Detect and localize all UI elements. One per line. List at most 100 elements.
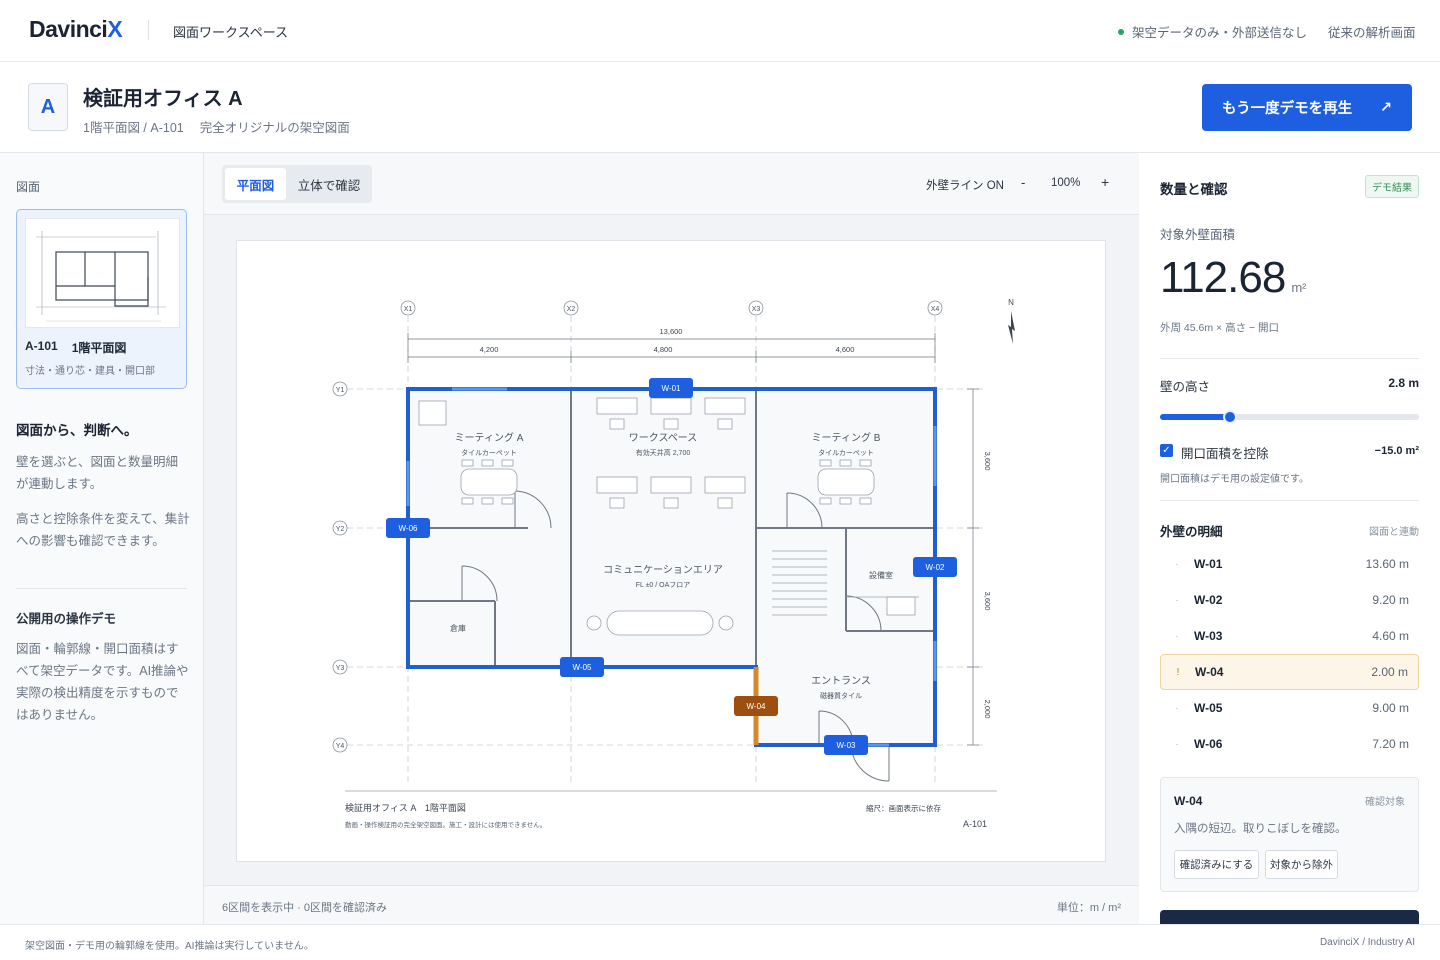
bullet-icon: · — [1175, 594, 1179, 606]
divider — [16, 588, 187, 589]
top-bar: DavinciX 図面ワークスペース 架空データのみ・外部送信なし 従来の解析画… — [0, 0, 1440, 62]
intro-text-2: 高さと控除条件を変えて、集計への影響も確認できます。 — [16, 512, 190, 548]
dim-x-3: 4,600 — [836, 345, 855, 354]
wall-row-w03[interactable]: · W-03 4.60 m — [1160, 618, 1419, 654]
left-sidebar: 図面 A-101 1階平面図 寸法・通り芯・建具・開口部 図面から、判断へ。 壁を… — [0, 153, 204, 924]
deduct-value: −15.0 m² — [1374, 445, 1419, 457]
tag-w04[interactable]: W-04 — [747, 702, 767, 711]
zoom-out-button[interactable]: - — [1021, 175, 1025, 190]
detail-desc: 入隅の短辺。取りこぼしを確認。 — [1174, 823, 1347, 835]
status-dot-icon — [1118, 28, 1124, 35]
confirm-button[interactable]: 確認済みにする — [1174, 850, 1259, 879]
deduct-label[interactable]: 開口面積を控除 — [1181, 443, 1269, 462]
view-switch: 平面図 立体で確認 — [222, 165, 372, 203]
grid-label-y3: Y3 — [336, 665, 345, 672]
exclude-button[interactable]: 対象から除外 — [1265, 850, 1338, 879]
room-storage: 倉庫 — [450, 623, 466, 633]
room-meeting-b: ミーティング B — [812, 431, 881, 444]
wall-list-sync: 図面と連動 — [1369, 527, 1419, 538]
dim-y-2: 3,600 — [983, 592, 992, 611]
tag-w03[interactable]: W-03 — [837, 741, 857, 750]
grid-label-y4: Y4 — [336, 743, 345, 750]
zoom-level: 100% — [1051, 177, 1081, 189]
room-entrance-finish: 磁器質タイル — [820, 691, 862, 700]
north-arrow-icon — [1008, 311, 1015, 344]
height-value: 2.8 m — [1388, 376, 1419, 390]
room-equipment: 設備室 — [869, 570, 893, 580]
replay-demo-button[interactable]: もう一度デモを再生 ↗ — [1202, 84, 1412, 131]
area-value: 112.68 m² — [1160, 253, 1307, 302]
intro-text-1: 壁を選ぶと、図面と数量明細が連動します。 — [16, 455, 179, 491]
tag-w06[interactable]: W-06 — [399, 524, 419, 533]
grid-label-x3: X3 — [752, 306, 761, 313]
demo-badge: デモ結果 — [1365, 175, 1419, 198]
tag-w05[interactable]: W-05 — [573, 663, 593, 672]
grid-label-x2: X2 — [567, 306, 576, 313]
room-community-floor: FL ±0 / OAフロア — [636, 581, 691, 589]
drawing-panel: 平面図 立体で確認 外壁ライン ON - 100% + X1 X2 X3 X4 … — [204, 153, 1139, 924]
wall-row-w06[interactable]: · W-06 7.20 m — [1160, 726, 1419, 762]
divider — [148, 20, 149, 40]
grid-label-x1: X1 — [404, 306, 413, 313]
tab-3d[interactable]: 立体で確認 — [288, 168, 370, 200]
slider-handle[interactable] — [1222, 410, 1237, 424]
area-formula: 外周 45.6m × 高さ − 開口 — [1160, 322, 1280, 334]
thumbnail-title: A-101 1階平面図 — [25, 339, 127, 355]
drawing-status-bar: 6区間を表示中 · 0区間を確認済み 単位：m / m² — [204, 885, 1139, 924]
room-entrance: エントランス — [811, 675, 871, 687]
room-workspace-ceiling: 有効天井高 2,700 — [636, 448, 691, 457]
title-block-sheet-no: A-101 — [963, 819, 987, 829]
project-icon: A — [28, 83, 68, 131]
tab-plan[interactable]: 平面図 — [225, 168, 286, 200]
footer-disclaimer: 架空図面・デモ用の輪郭線を使用。AI推論は実行していません。 — [25, 941, 314, 952]
room-workspace: ワークスペース — [629, 432, 698, 444]
tag-w02[interactable]: W-02 — [926, 563, 946, 572]
north-label: N — [1008, 298, 1014, 307]
demo-disclaimer: 図面・輪郭線・開口面積はすべて架空データです。AI推論や実際の検出精度を示すもの… — [16, 642, 189, 722]
wall-row-w04[interactable]: ! W-04 2.00 m — [1160, 654, 1419, 690]
quantity-panel: 数量と確認 デモ結果 対象外壁面積 112.68 m² 外周 45.6m × 高さ… — [1139, 153, 1440, 924]
room-meeting-b-finish: タイルカーペット — [818, 448, 874, 457]
zoom-in-button[interactable]: + — [1101, 174, 1109, 190]
bullet-icon: · — [1175, 702, 1179, 714]
grid-label-y2: Y2 — [336, 526, 345, 533]
room-community: コミュニケーションエリア — [603, 564, 723, 576]
drawing-sheet[interactable]: X1 X2 X3 X4 Y1 Y2 Y3 Y4 13,600 4,200 4,8… — [236, 240, 1106, 862]
drawing-toolbar: 平面図 立体で確認 外壁ライン ON - 100% + — [204, 153, 1139, 215]
height-slider[interactable] — [1160, 410, 1419, 424]
dim-y-3: 2,000 — [983, 700, 992, 719]
primary-action-button[interactable] — [1160, 910, 1419, 924]
logo[interactable]: DavinciX — [29, 16, 123, 43]
wall-line-toggle[interactable]: 外壁ライン ON — [926, 177, 1004, 193]
demo-heading: 公開用の操作デモ — [16, 612, 117, 626]
wall-row-w02[interactable]: · W-02 9.20 m — [1160, 582, 1419, 618]
section-label: 図面 — [16, 180, 41, 194]
wall-list-title: 外壁の明細 — [1160, 525, 1223, 539]
divider — [1160, 500, 1419, 501]
bullet-icon: · — [1175, 630, 1179, 642]
nav-workspace[interactable]: 図面ワークスペース — [173, 22, 288, 41]
warning-icon: ! — [1176, 666, 1180, 678]
wall-row-w05[interactable]: · W-05 9.00 m — [1160, 690, 1419, 726]
page-footer: 架空図面・デモ用の輪郭線を使用。AI推論は実行していません。 DavinciX … — [0, 924, 1440, 960]
area-label: 対象外壁面積 — [1160, 228, 1236, 242]
deduct-checkbox[interactable]: ✓ — [1160, 444, 1173, 457]
detail-tag: 確認対象 — [1365, 797, 1405, 808]
grid-label-y1: Y1 — [336, 387, 345, 394]
tag-w01[interactable]: W-01 — [662, 384, 682, 393]
title-block-disclaimer: 動画・操作検証用の完全架空図面。施工・設計には使用できません。 — [345, 820, 546, 829]
grid-label-x4: X4 — [931, 306, 940, 313]
status-indicator: 架空データのみ・外部送信なし — [1118, 22, 1307, 41]
bullet-icon: · — [1175, 738, 1179, 750]
sheet-thumbnail-card[interactable]: A-101 1階平面図 寸法・通り芯・建具・開口部 — [16, 209, 187, 389]
project-header: A 検証用オフィス A 1階平面図 / A-101 完全オリジナルの架空図面 もう… — [0, 62, 1440, 153]
unit-label: 単位：m / m² — [1056, 902, 1121, 914]
dim-x-1: 4,200 — [480, 345, 499, 354]
dim-y-1: 3,600 — [983, 452, 992, 471]
page-title: 検証用オフィス A — [83, 88, 243, 110]
panel-title: 数量と確認 — [1160, 182, 1228, 197]
legacy-view-link[interactable]: 従来の解析画面 — [1328, 22, 1416, 41]
wall-detail-card: W-04 確認対象 入隅の短辺。取りこぼしを確認。 確認済みにする 対象から除外 — [1160, 777, 1419, 892]
wall-row-w01[interactable]: · W-01 13.60 m — [1160, 546, 1419, 582]
dim-x-2: 4,800 — [654, 345, 673, 354]
